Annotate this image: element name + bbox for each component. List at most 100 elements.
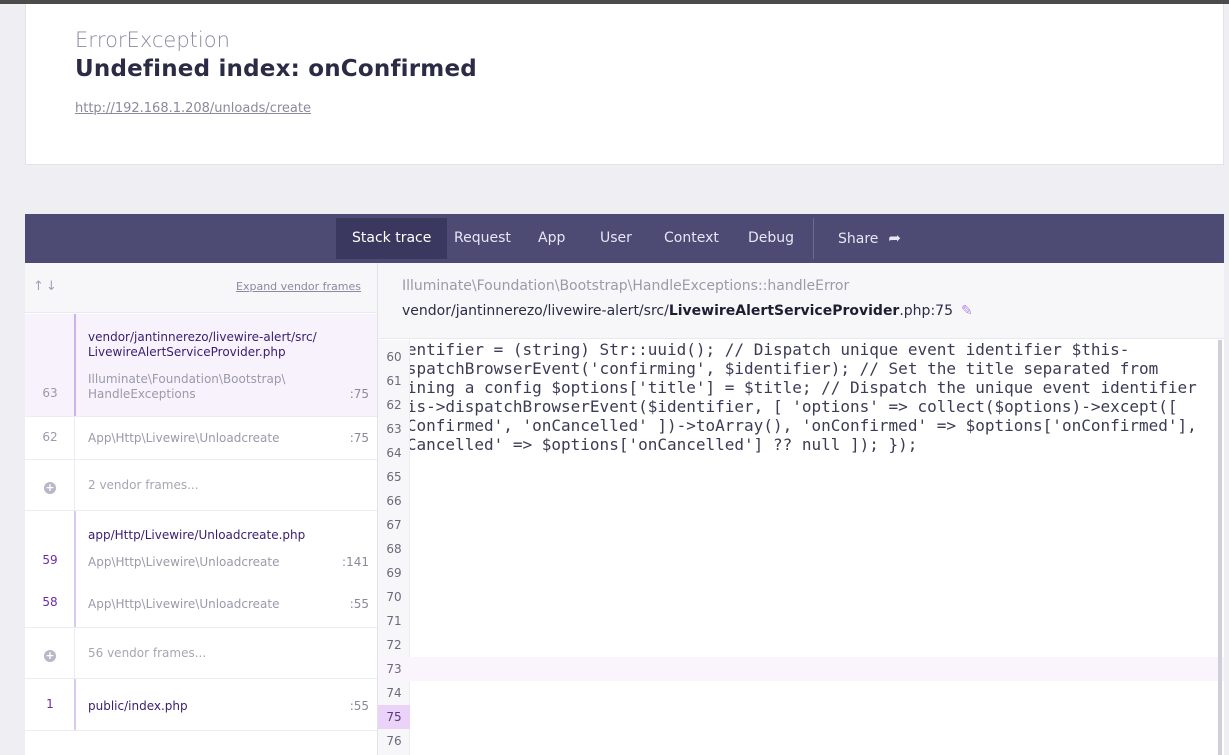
share-button[interactable]: Share ➦ bbox=[822, 218, 917, 259]
frame-line: :75 bbox=[349, 387, 369, 401]
frame-function: App\Http\Livewire\Unloadcreate bbox=[88, 597, 280, 611]
frame-group[interactable]: 1 public/index.php :55 bbox=[25, 679, 377, 731]
code-line: 68 bbox=[378, 537, 1224, 561]
class-namespace: Illuminate\Foundation\Bootstrap\ bbox=[402, 278, 633, 294]
expand-plus-icon: + bbox=[44, 481, 56, 494]
tab-context[interactable]: Context bbox=[648, 218, 735, 259]
tab-app[interactable]: App bbox=[522, 218, 581, 259]
frame-number: 1 bbox=[46, 697, 54, 711]
line-number: 66 bbox=[386, 494, 402, 508]
frame-navigation-arrows-icon[interactable]: ↑↓ bbox=[33, 279, 59, 294]
line-number: 73 bbox=[386, 662, 402, 676]
frame-line: :55 bbox=[349, 699, 369, 713]
frame-group-bar bbox=[74, 417, 75, 459]
code-line: 60 bbox=[378, 345, 1224, 369]
share-arrow-icon: ➦ bbox=[888, 229, 901, 247]
frame-group-bar bbox=[74, 679, 76, 730]
stack-frames-list: ↑↓ Expand vendor frames vendor/jantinner… bbox=[25, 263, 378, 755]
line-number: 63 bbox=[386, 422, 402, 436]
code-line: 70 bbox=[378, 585, 1224, 609]
line-number: 76 bbox=[386, 734, 402, 748]
frame-function: Illuminate\Foundation\Bootstrap\ HandleE… bbox=[88, 372, 286, 401]
code-line: 76 bbox=[378, 729, 1224, 753]
frame-group-bar bbox=[74, 628, 75, 678]
line-number: 72 bbox=[386, 638, 402, 652]
tab-stack-trace[interactable]: Stack trace bbox=[336, 218, 448, 259]
tab-bar: Stack trace Request App User Context Deb… bbox=[25, 214, 1224, 263]
frame-group-bar bbox=[74, 314, 76, 416]
file-name: LivewireAlertServiceProvider bbox=[668, 303, 900, 319]
frames-toolbar: ↑↓ Expand vendor frames bbox=[25, 263, 377, 313]
tab-divider bbox=[813, 218, 814, 259]
file-line: .php:75 bbox=[899, 303, 953, 319]
tab-debug[interactable]: Debug bbox=[732, 218, 810, 259]
error-details-panel: Stack trace Request App User Context Deb… bbox=[25, 214, 1224, 755]
line-number: 60 bbox=[386, 350, 402, 364]
frame-file: public/index.php bbox=[88, 699, 188, 713]
request-url-link[interactable]: http://192.168.1.208/unloads/create bbox=[75, 101, 311, 116]
method-name: ::handleError bbox=[757, 278, 850, 294]
exception-header: ErrorException Undefined index: onConfir… bbox=[25, 4, 1224, 165]
class-name: HandleExceptions bbox=[632, 278, 758, 294]
tab-request[interactable]: Request bbox=[438, 218, 527, 259]
frame-number: 58 bbox=[42, 595, 58, 609]
frame-group-bar bbox=[74, 511, 76, 627]
code-line: 64 bbox=[378, 441, 1224, 465]
file-directory: vendor/jantinnerezo/livewire-alert/src/ bbox=[402, 303, 669, 319]
line-number: 75 bbox=[378, 705, 410, 729]
frame-number: 63 bbox=[42, 386, 58, 400]
code-viewer: Illuminate\Foundation\Bootstrap\HandleEx… bbox=[378, 263, 1224, 755]
line-number: 67 bbox=[386, 518, 402, 532]
code-line: 71 bbox=[378, 609, 1224, 633]
line-number: 65 bbox=[386, 470, 402, 484]
code-line: 73 bbox=[378, 657, 1224, 681]
expand-plus-icon: + bbox=[44, 649, 56, 662]
line-number: 74 bbox=[386, 686, 402, 700]
code-line: 75 bbox=[378, 705, 1224, 729]
code-line: 69 bbox=[378, 561, 1224, 585]
pencil-icon[interactable]: ✎ bbox=[961, 303, 973, 319]
line-number: 62 bbox=[386, 398, 402, 412]
frame-function: App\Http\Livewire\Unloadcreate bbox=[88, 555, 280, 569]
frame-class-method: Illuminate\Foundation\Bootstrap\HandleEx… bbox=[402, 278, 849, 294]
vendor-frames-toggle[interactable]: + 56 vendor frames... bbox=[25, 628, 377, 679]
line-number: 70 bbox=[386, 590, 402, 604]
frame-file-path: vendor/jantinnerezo/livewire-alert/src/L… bbox=[402, 303, 973, 319]
frame-number: 59 bbox=[42, 553, 58, 567]
line-number: 68 bbox=[386, 542, 402, 556]
code-line: 74 bbox=[378, 681, 1224, 705]
frame-number: 62 bbox=[42, 430, 58, 444]
line-number: 64 bbox=[386, 446, 402, 460]
frame-file: app/Http/Livewire/Unloadcreate.php bbox=[88, 528, 306, 542]
exception-class: ErrorException bbox=[75, 28, 230, 52]
line-number: 69 bbox=[386, 566, 402, 580]
line-number: 61 bbox=[386, 374, 402, 388]
code-line: 62 bbox=[378, 393, 1224, 417]
code-line: 72 bbox=[378, 633, 1224, 657]
code-line: 66 bbox=[378, 489, 1224, 513]
code-line: 65 bbox=[378, 465, 1224, 489]
frame-line: :141 bbox=[342, 555, 369, 569]
frame-group-bar bbox=[74, 460, 75, 510]
code-line: 63 bbox=[378, 417, 1224, 441]
code-viewer-header: Illuminate\Foundation\Bootstrap\HandleEx… bbox=[378, 263, 1224, 339]
frame-function: App\Http\Livewire\Unloadcreate bbox=[88, 431, 280, 445]
frame-group[interactable]: vendor/jantinnerezo/livewire-alert/src/ … bbox=[25, 314, 377, 417]
line-number: 71 bbox=[386, 614, 402, 628]
code-line: 67 bbox=[378, 513, 1224, 537]
frame-group[interactable]: 62 App\Http\Livewire\Unloadcreate :75 bbox=[25, 417, 377, 460]
tab-user[interactable]: User bbox=[584, 218, 648, 259]
frame-group[interactable]: app/Http/Livewire/Unloadcreate.php 59 Ap… bbox=[25, 511, 377, 628]
exception-message: Undefined index: onConfirmed bbox=[75, 56, 477, 82]
frame-file: vendor/jantinnerezo/livewire-alert/src/ … bbox=[88, 330, 317, 359]
vendor-frames-count: 2 vendor frames... bbox=[88, 478, 199, 492]
frame-line: :55 bbox=[349, 597, 369, 611]
code-line: 61 bbox=[378, 369, 1224, 393]
vendor-frames-count: 56 vendor frames... bbox=[88, 646, 207, 660]
vendor-frames-toggle[interactable]: + 2 vendor frames... bbox=[25, 460, 377, 511]
frame-line: :75 bbox=[349, 431, 369, 445]
expand-vendor-frames-link[interactable]: Expand vendor frames bbox=[236, 280, 361, 293]
code-snippet: 60 61 62 63 64 65 66 67 68 69 70 71 72 73 74 75 76 $iden… bbox=[378, 340, 1224, 755]
code-scrollbar[interactable] bbox=[1218, 340, 1222, 755]
share-label: Share bbox=[838, 231, 879, 247]
